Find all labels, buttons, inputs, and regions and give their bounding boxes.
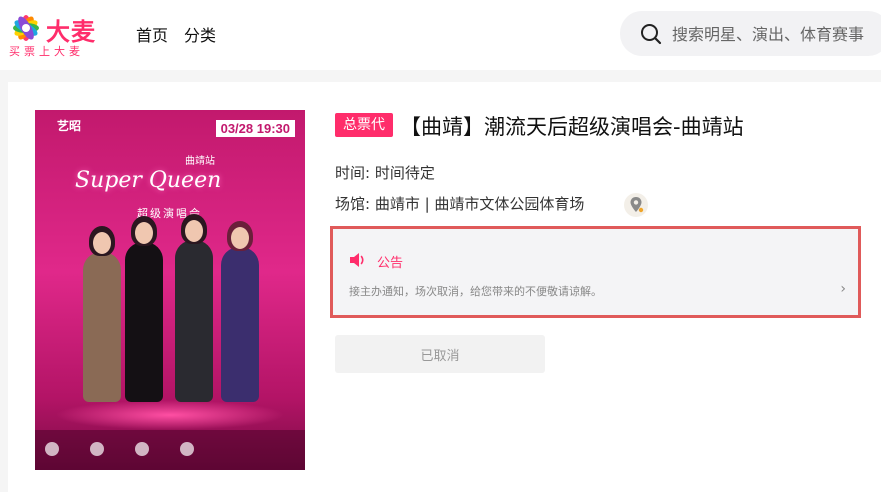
search-input[interactable]: [672, 19, 881, 49]
venue-label: 场馆:: [335, 195, 371, 213]
nav-category[interactable]: 分类: [184, 22, 216, 46]
poster-footer: [35, 430, 305, 470]
sponsor-logo: [135, 442, 149, 456]
venue-value[interactable]: 曲靖市 | 曲靖市文体公园体育场: [375, 195, 585, 213]
poster-title: Super Queen: [75, 168, 222, 193]
poster-date: 03/28 19:30: [215, 120, 295, 137]
poster-city: 曲靖站: [185, 156, 215, 167]
time-row: 时间: 时间待定: [335, 162, 435, 183]
chevron-right-icon[interactable]: ›: [840, 281, 846, 297]
search-box[interactable]: [620, 11, 881, 56]
event-title: 【曲靖】潮流天后超级演唱会-曲靖站: [400, 115, 744, 139]
flower-logo-icon: [13, 15, 39, 41]
announcement-text: 接主办通知，场次取消，给您带来的不便敬请谅解。: [349, 285, 602, 298]
sponsor-logo: [45, 442, 59, 456]
search-icon[interactable]: [640, 23, 662, 45]
main-nav: 首页 分类: [136, 22, 216, 46]
poster-figure: [175, 214, 213, 402]
time-value: 时间待定: [374, 164, 435, 182]
time-label: 时间:: [335, 164, 371, 182]
event-poster[interactable]: 艺昭 03/28 19:30 曲靖站 Super Queen 超级演唱会: [35, 110, 305, 470]
speaker-icon: [350, 253, 364, 267]
map-pin-icon[interactable]: [624, 193, 648, 217]
poster-stage-glow: [55, 400, 285, 430]
nav-home[interactable]: 首页: [136, 22, 168, 46]
agent-badge: 总票代: [335, 113, 393, 137]
poster-figure: [125, 216, 163, 402]
top-bar: 大麦 买票上大麦 首页 分类: [0, 0, 881, 70]
poster-figure: [83, 226, 121, 402]
logo-slogan: 买票上大麦: [9, 45, 84, 58]
announcement-panel[interactable]: 公告 接主办通知，场次取消，给您带来的不便敬请谅解。 ›: [330, 226, 861, 318]
sponsor-logo: [180, 442, 194, 456]
announcement-label: 公告: [377, 256, 404, 271]
damai-logo[interactable]: 大麦 买票上大麦: [8, 10, 98, 58]
poster-brand: 艺昭: [57, 119, 82, 133]
sponsor-logo: [90, 442, 104, 456]
venue-row: 场馆: 曲靖市 | 曲靖市文体公园体育场: [335, 193, 584, 214]
cancelled-button[interactable]: 已取消: [335, 335, 545, 373]
poster-figure: [221, 221, 259, 402]
logo-text: 大麦: [46, 18, 96, 46]
